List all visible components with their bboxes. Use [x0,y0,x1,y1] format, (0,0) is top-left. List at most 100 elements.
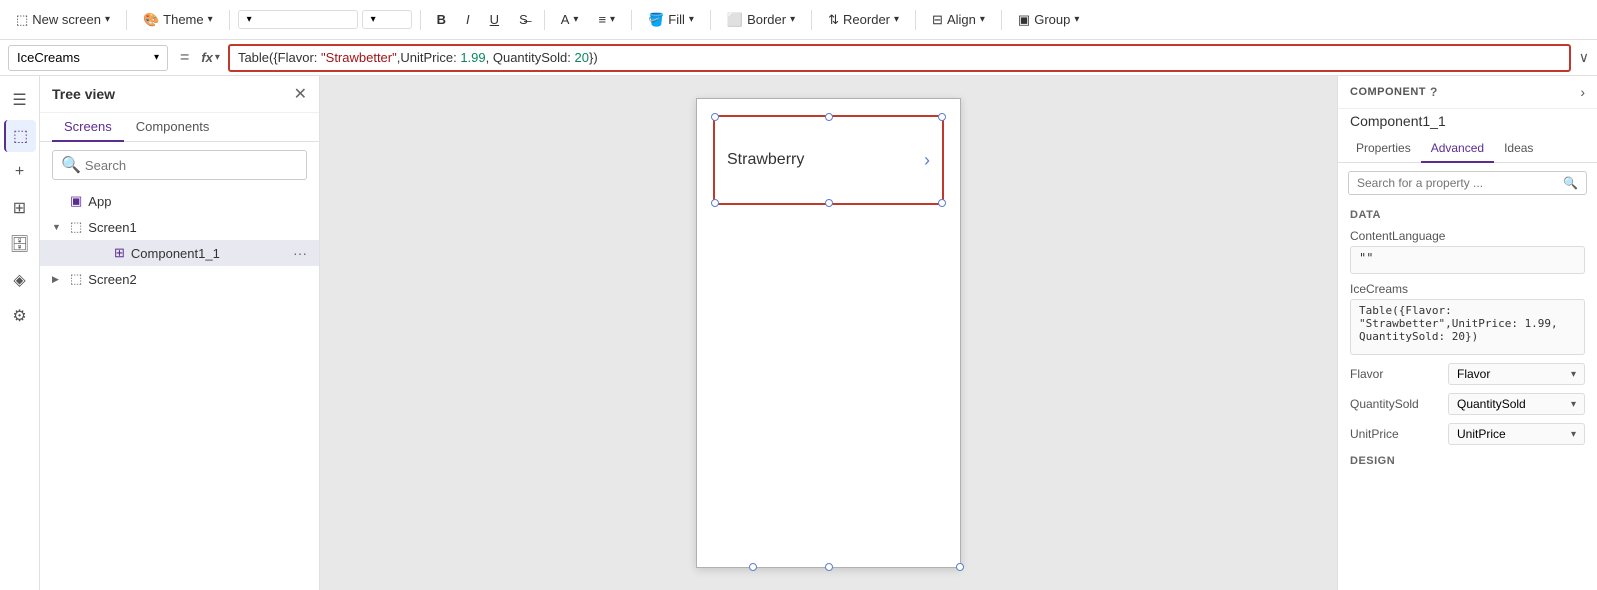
name-box[interactable]: IceCreams ▾ [8,45,168,71]
prop-ice-creams: IceCreams Table({Flavor: "Strawbetter",U… [1338,278,1597,359]
bold-label: B [437,12,446,27]
separator-7 [811,10,812,30]
quantity-sold-value: QuantitySold [1457,397,1526,411]
screen1-chevron: ▼ [52,222,64,232]
section-design: DESIGN [1338,449,1597,471]
align-button[interactable]: ≡ ▾ [590,8,623,31]
formula-expand-button[interactable]: ∨ [1579,49,1589,66]
screen2-chevron: ▶ [52,274,64,285]
settings-icon-button[interactable]: ⚙ [4,300,36,332]
reorder-button[interactable]: ⇅ Reorder ▾ [820,8,907,32]
component-inner: Strawberry › [715,117,942,203]
font-color-label: A [561,12,570,27]
tab-components[interactable]: Components [124,113,222,142]
align-action-button[interactable]: ⊟ Align ▾ [924,8,993,32]
tab-screens[interactable]: Screens [52,113,124,142]
content-language-label: ContentLanguage [1350,229,1585,243]
ice-creams-value[interactable]: Table({Flavor: "Strawbetter",UnitPrice: … [1350,299,1585,355]
comp1-more-button[interactable]: ··· [293,245,307,261]
tree-item-screen1[interactable]: ▼ ⬚ Screen1 [40,214,319,240]
search-input[interactable] [85,158,298,173]
handle-tr[interactable] [938,113,946,121]
font-size-dropdown[interactable]: ▾ [362,10,412,29]
prop-unit-price: UnitPrice UnitPrice ▾ [1338,419,1597,449]
search-property-icon: 🔍 [1563,176,1578,190]
top-toolbar: ⬚ New screen ▾ 🎨 Theme ▾ ▾ ▾ B I U S̶ A … [0,0,1597,40]
chevron-down-icon-2: ▾ [208,14,213,25]
formula-bar: IceCreams ▾ = fx ▾ Table({Flavor: "Straw… [0,40,1597,76]
menu-icon-button[interactable]: ☰ [4,84,36,116]
frame-handle-bc[interactable] [749,563,757,571]
underline-label: U [490,12,499,27]
frame-handle-br2[interactable] [956,563,964,571]
prop-quantity-sold: QuantitySold QuantitySold ▾ [1338,389,1597,419]
new-screen-button[interactable]: ⬚ New screen ▾ [8,8,118,32]
bold-button[interactable]: B [429,8,454,31]
underline-button[interactable]: U [482,8,507,31]
variables-icon-button[interactable]: ◈ [4,264,36,296]
app-label: App [88,194,307,209]
quantity-sold-chevron: ▾ [1571,399,1576,410]
component-icon: ⊞ [13,198,26,218]
handle-bc[interactable] [825,199,833,207]
fx-button[interactable]: fx ▾ [201,50,220,65]
data-icon-button[interactable]: 🗄 [4,228,36,260]
screen-icon: ⬚ [16,12,28,28]
tree-close-button[interactable]: ✕ [294,84,307,104]
handle-tl[interactable] [711,113,719,121]
flavor-value: Flavor [1457,367,1490,381]
border-label: Border [747,12,786,27]
panel-expand-button[interactable]: › [1580,84,1585,100]
handle-tc[interactable] [825,113,833,121]
tab-ideas[interactable]: Ideas [1494,135,1543,163]
align-action-icon: ⊟ [932,12,943,28]
separator-1 [126,10,127,30]
frame-handle-bl[interactable] [825,563,833,571]
handle-bl[interactable] [711,199,719,207]
chevron-down-icon-10: ▾ [980,14,985,25]
border-icon: ⬜ [727,12,743,28]
app-icon: ▣ [70,193,82,209]
screen1-icon: ⬚ [70,219,82,235]
group-button[interactable]: ▣ Group ▾ [1010,8,1087,32]
tab-advanced[interactable]: Advanced [1421,135,1494,163]
italic-button[interactable]: I [458,8,478,31]
prop-flavor: Flavor Flavor ▾ [1338,359,1597,389]
font-family-dropdown[interactable]: ▾ [238,10,358,29]
formula-input[interactable]: Table({Flavor: "Strawbetter",UnitPrice: … [228,44,1571,72]
tab-properties[interactable]: Properties [1346,135,1421,163]
search-property-input[interactable] [1357,176,1563,190]
selected-component[interactable]: Strawberry › [713,115,944,205]
component-arrow-icon: › [924,150,930,171]
content-language-value[interactable]: "" [1350,246,1585,274]
strikethrough-button[interactable]: S̶ [511,8,536,31]
help-icon[interactable]: ? [1430,85,1438,99]
fill-button[interactable]: 🪣 Fill ▾ [640,8,702,32]
tree-items: ▣ App ▼ ⬚ Screen1 ⊞ Component1_1 ··· [40,188,319,590]
tree-tabs: Screens Components [40,113,319,142]
component-badge: COMPONENT ? [1350,85,1438,99]
chevron-down-icon-6: ▾ [610,14,615,25]
panel-tabs: Properties Advanced Ideas [1338,135,1597,163]
handle-br[interactable] [938,199,946,207]
tree-item-app[interactable]: ▣ App [40,188,319,214]
quantity-sold-label: QuantitySold [1350,397,1440,411]
tree-item-component1[interactable]: ⊞ Component1_1 ··· [40,240,319,266]
component-icon-button[interactable]: ⊞ [4,192,36,224]
screen1-label: Screen1 [88,220,307,235]
sidebar-icon-strip: ☰ ⬚ + ⊞ 🗄 ◈ ⚙ [0,76,40,590]
font-color-button[interactable]: A ▾ [553,8,587,31]
tree-item-screen2[interactable]: ▶ ⬚ Screen2 [40,266,319,292]
tree-panel: Tree view ✕ Screens Components 🔍 ▣ App [0,76,320,590]
border-button[interactable]: ⬜ Border ▾ [719,8,803,32]
flavor-dropdown[interactable]: Flavor ▾ [1448,363,1585,385]
menu-icon: ☰ [12,90,26,110]
quantity-sold-dropdown[interactable]: QuantitySold ▾ [1448,393,1585,415]
separator-9 [1001,10,1002,30]
theme-button[interactable]: 🎨 Theme ▾ [135,8,221,32]
group-icon: ▣ [1018,12,1030,28]
add-icon-button[interactable]: + [4,156,36,188]
canvas-area: Strawberry › [320,76,1337,590]
unit-price-dropdown[interactable]: UnitPrice ▾ [1448,423,1585,445]
layers-icon-button[interactable]: ⬚ [4,120,36,152]
